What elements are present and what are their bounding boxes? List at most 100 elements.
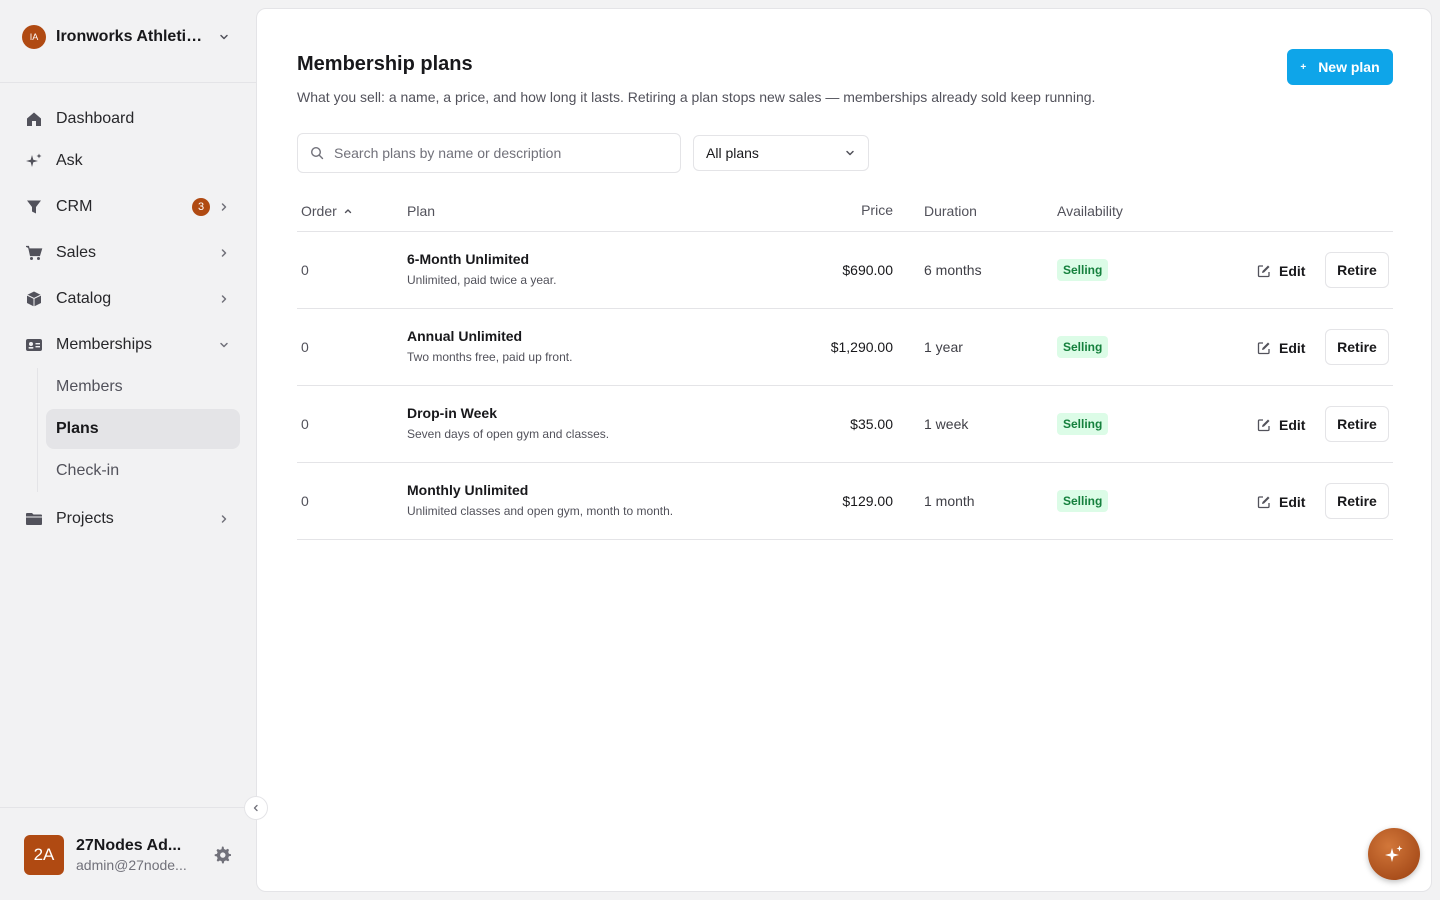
chevron-right-icon [221, 295, 227, 303]
folder-icon [24, 509, 44, 529]
edit-icon [1257, 342, 1270, 355]
sidebar-item-dashboard[interactable]: Dashboard [16, 99, 240, 139]
plan-duration: 1 month [924, 493, 975, 509]
main-panel: Membership plans What you sell: a name, … [256, 8, 1432, 892]
edit-button[interactable]: Edit [1257, 491, 1305, 513]
column-header-plan[interactable]: Plan [407, 203, 435, 219]
page-title: Membership plans [297, 53, 473, 75]
retire-button[interactable]: Retire [1325, 406, 1389, 442]
sidebar-subitem-checkin[interactable]: Check-in [46, 451, 240, 491]
chevron-right-icon [221, 203, 227, 211]
org-switcher[interactable]: IA Ironworks Athletic... [22, 24, 236, 50]
table-row: 0 Annual Unlimited Two months free, paid… [297, 309, 1393, 386]
sidebar-item-projects[interactable]: Projects [16, 499, 240, 539]
status-badge: Selling [1057, 336, 1109, 358]
home-icon [24, 109, 44, 129]
edit-icon [1257, 265, 1270, 278]
chevron-right-icon [221, 249, 227, 257]
sidebar-subitem-label: Plans [56, 420, 99, 437]
plus-icon: + [1300, 61, 1307, 73]
table-row: 0 Drop-in Week Seven days of open gym an… [297, 386, 1393, 463]
user-menu[interactable]: 2A 27Nodes Ad... admin@27node... [24, 834, 240, 876]
edit-button[interactable]: Edit [1257, 414, 1305, 436]
sidebar-subitem-label: Members [56, 378, 123, 395]
funnel-icon [24, 197, 44, 217]
sidebar-divider [0, 807, 256, 808]
edit-icon [1257, 496, 1270, 509]
sparkles-icon [24, 151, 44, 171]
table-header: Order Plan Price Duration Availability [297, 193, 1393, 232]
user-info: 27Nodes Ad... admin@27node... [76, 837, 194, 873]
crm-count-badge: 3 [192, 198, 210, 216]
table-row: 0 6-Month Unlimited Unlimited, paid twic… [297, 232, 1393, 309]
org-avatar: IA [22, 25, 46, 49]
plan-description: Seven days of open gym and classes. [407, 427, 610, 441]
status-badge: Selling [1057, 413, 1109, 435]
plan-name: Annual Unlimited [407, 328, 523, 344]
sidebar-item-ask[interactable]: Ask [16, 141, 240, 181]
chevron-down-icon [220, 34, 228, 40]
ai-assistant-button[interactable] [1368, 828, 1420, 880]
status-badge: Selling [1057, 490, 1109, 512]
edit-icon [1257, 419, 1270, 432]
edit-label: Edit [1279, 340, 1306, 356]
sidebar-subitem-plans[interactable]: Plans [46, 409, 240, 449]
plan-cell: Drop-in Week Seven days of open gym and … [407, 405, 609, 441]
submenu-guide-line [37, 368, 38, 492]
chevron-right-icon [221, 515, 227, 523]
sidebar-subitem-label: Check-in [56, 462, 120, 479]
plan-price: $1,290.00 [830, 339, 893, 355]
plan-cell: Monthly Unlimited Unlimited classes and … [407, 482, 673, 518]
plan-price: $129.00 [842, 493, 893, 509]
availability-cell: Selling [1057, 413, 1109, 435]
column-header-duration[interactable]: Duration [924, 203, 977, 219]
retire-button[interactable]: Retire [1325, 483, 1389, 519]
plan-filter-select[interactable]: All plans [693, 135, 869, 171]
plan-order: 0 [301, 416, 309, 432]
chevron-down-icon [846, 150, 854, 156]
plan-filter-value: All plans [706, 145, 759, 161]
page-subtitle: What you sell: a name, a price, and how … [297, 89, 1096, 105]
sidebar-item-label: Sales [56, 244, 97, 261]
plan-description: Unlimited classes and open gym, month to… [407, 504, 674, 518]
plan-duration: 6 months [924, 262, 982, 278]
availability-cell: Selling [1057, 336, 1109, 358]
edit-label: Edit [1279, 263, 1306, 279]
new-plan-button[interactable]: + New plan [1287, 49, 1393, 85]
plan-duration: 1 week [924, 416, 969, 432]
plan-price: $690.00 [842, 262, 893, 278]
collapse-sidebar-button[interactable] [244, 796, 268, 820]
search-input[interactable] [334, 145, 664, 161]
sidebar-item-memberships[interactable]: Memberships [16, 325, 240, 365]
plan-cell: Annual Unlimited Two months free, paid u… [407, 328, 572, 364]
column-header-price[interactable]: Price [861, 202, 893, 218]
plan-name: 6-Month Unlimited [407, 251, 530, 267]
sidebar-item-crm[interactable]: CRM 3 [16, 187, 240, 227]
plan-name: Drop-in Week [407, 405, 497, 421]
table-row: 0 Monthly Unlimited Unlimited classes an… [297, 463, 1393, 540]
sidebar-item-label: Ask [56, 152, 83, 169]
retire-button[interactable]: Retire [1325, 252, 1389, 288]
sidebar-subitem-members[interactable]: Members [46, 367, 240, 407]
plan-description: Unlimited, paid twice a year. [407, 273, 557, 287]
plan-order: 0 [301, 262, 309, 278]
user-avatar: 2A [24, 835, 64, 875]
sidebar-item-label: Projects [56, 510, 114, 527]
search-box [297, 133, 681, 173]
retire-button[interactable]: Retire [1325, 329, 1389, 365]
sort-ascending-icon [344, 209, 351, 214]
chevron-down-icon [220, 342, 228, 348]
column-header-availability[interactable]: Availability [1057, 203, 1123, 219]
sidebar-item-catalog[interactable]: Catalog [16, 279, 240, 319]
gear-icon[interactable] [212, 845, 232, 865]
cart-icon [24, 243, 44, 263]
user-email: admin@27node... [76, 857, 187, 873]
sidebar-item-label: Catalog [56, 290, 112, 307]
edit-button[interactable]: Edit [1257, 337, 1305, 359]
column-header-order[interactable]: Order [301, 203, 353, 219]
edit-button[interactable]: Edit [1257, 260, 1305, 282]
sparkles-icon [1385, 845, 1403, 862]
column-header-label: Order [301, 203, 337, 219]
sidebar: IA Ironworks Athletic... Dashboard Ask C… [0, 0, 256, 900]
sidebar-item-sales[interactable]: Sales [16, 233, 240, 273]
